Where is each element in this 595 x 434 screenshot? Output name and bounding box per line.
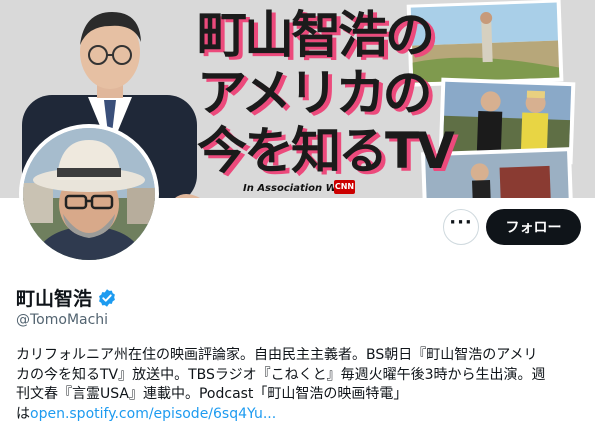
follow-button[interactable]: フォロー — [486, 209, 581, 245]
display-name-row: 町山智浩 — [16, 284, 117, 311]
more-options-button[interactable]: ··· — [443, 209, 479, 245]
bio-link-prefix: は — [16, 406, 30, 423]
user-handle: @TomoMachi — [16, 312, 109, 328]
verified-badge-icon[interactable] — [97, 288, 117, 308]
banner-title-line: 町山智浩の — [197, 6, 435, 64]
avatar-photo — [23, 128, 155, 260]
profile-avatar[interactable] — [19, 124, 159, 264]
bio-line-with-link: はopen.spotify.com/episode/6sq4Yu... — [16, 405, 581, 425]
cnn-logo: CNN — [334, 180, 355, 194]
banner-title-line: アメリカの — [197, 64, 433, 122]
bio-line: カリフォルニア州在住の映画評論家。自由民主主義者。BS朝日『町山智浩のアメリ — [16, 347, 538, 363]
bio-line: カの今を知るTV』放送中。TBSラジオ『こねくと』毎週火曜午後3時から生出演。週 — [16, 366, 546, 383]
bio-link[interactable]: open.spotify.com/episode/6sq4Yu... — [30, 406, 276, 422]
display-name: 町山智浩 — [16, 288, 93, 310]
more-horizontal-icon: ··· — [449, 212, 473, 233]
banner-title-line: 今を知るTV — [197, 122, 455, 180]
banner-title: 町山智浩の アメリカの 今を知るTV — [197, 6, 455, 180]
profile-bio: カリフォルニア州在住の映画評論家。自由民主主義者。BS朝日『町山智浩のアメリ カ… — [16, 346, 581, 425]
bio-line: 刊文春『言霊USA』連載中。Podcast「町山智浩の映画特電」 — [16, 386, 408, 403]
